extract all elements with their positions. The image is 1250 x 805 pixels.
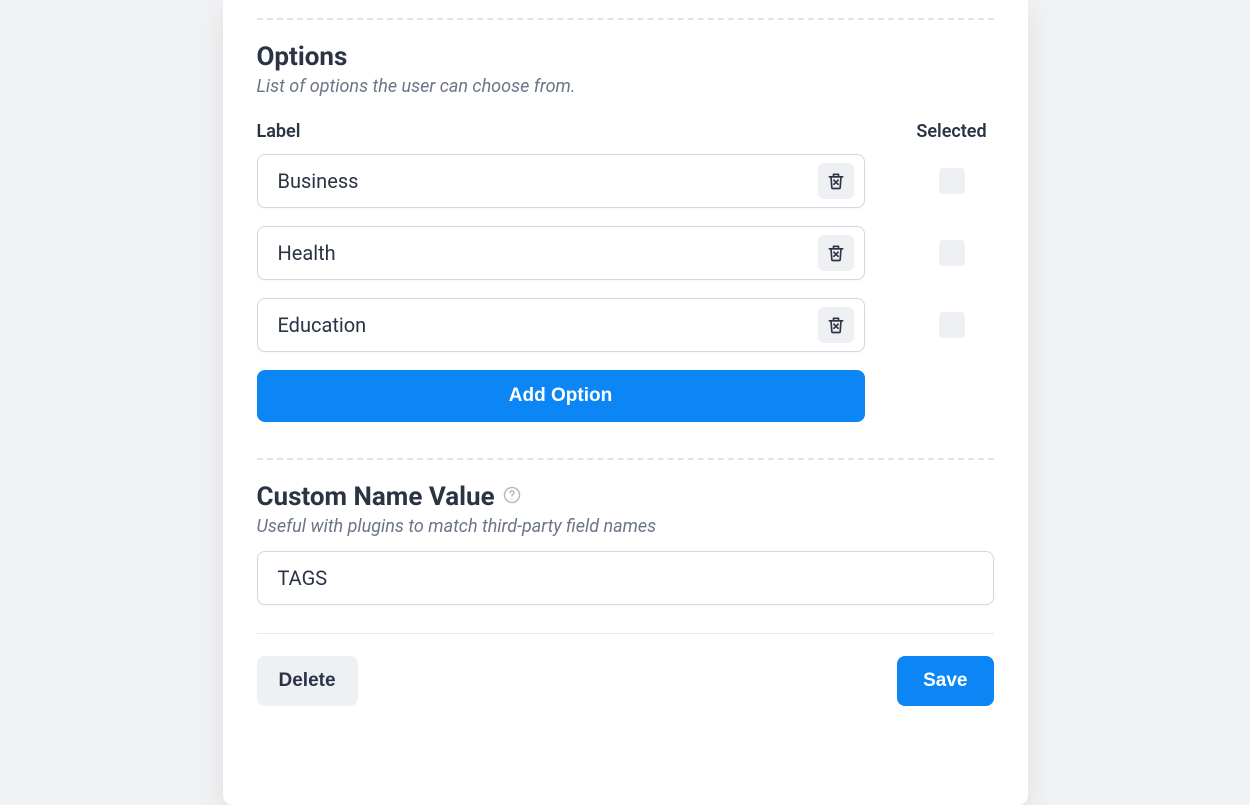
selected-column [910,168,994,194]
trash-icon[interactable] [818,163,854,199]
section-divider-middle [257,458,994,460]
option-input-wrap [257,298,865,352]
trash-icon[interactable] [818,307,854,343]
label-column-header: Label [257,121,301,142]
settings-card: Options List of options the user can cho… [223,0,1028,805]
help-icon[interactable] [503,486,521,508]
selected-column [910,240,994,266]
option-label-input[interactable] [278,313,818,337]
options-description: List of options the user can choose from… [257,76,994,97]
option-input-wrap [257,226,865,280]
option-row [257,154,994,208]
option-row [257,226,994,280]
section-divider-top [257,18,994,20]
custom-name-input[interactable] [257,551,994,605]
selected-column-header: Selected [910,121,994,142]
options-columns-header: Label Selected [257,121,994,142]
options-list [257,154,994,352]
option-input-wrap [257,154,865,208]
form-actions: Delete Save [257,656,994,706]
option-selected-checkbox[interactable] [939,312,965,338]
save-button[interactable]: Save [897,656,993,706]
custom-name-section: Custom Name Value Useful with plugins to… [257,482,994,605]
option-selected-checkbox[interactable] [939,168,965,194]
options-section: Options List of options the user can cho… [257,42,994,422]
option-label-input[interactable] [278,169,818,193]
option-selected-checkbox[interactable] [939,240,965,266]
options-title: Options [257,42,994,72]
delete-button[interactable]: Delete [257,656,358,706]
add-option-button[interactable]: Add Option [257,370,865,422]
option-label-input[interactable] [278,241,818,265]
section-divider-bottom [257,633,994,634]
option-row [257,298,994,352]
custom-name-description: Useful with plugins to match third-party… [257,516,994,537]
trash-icon[interactable] [818,235,854,271]
custom-name-title: Custom Name Value [257,482,495,512]
selected-column [910,312,994,338]
